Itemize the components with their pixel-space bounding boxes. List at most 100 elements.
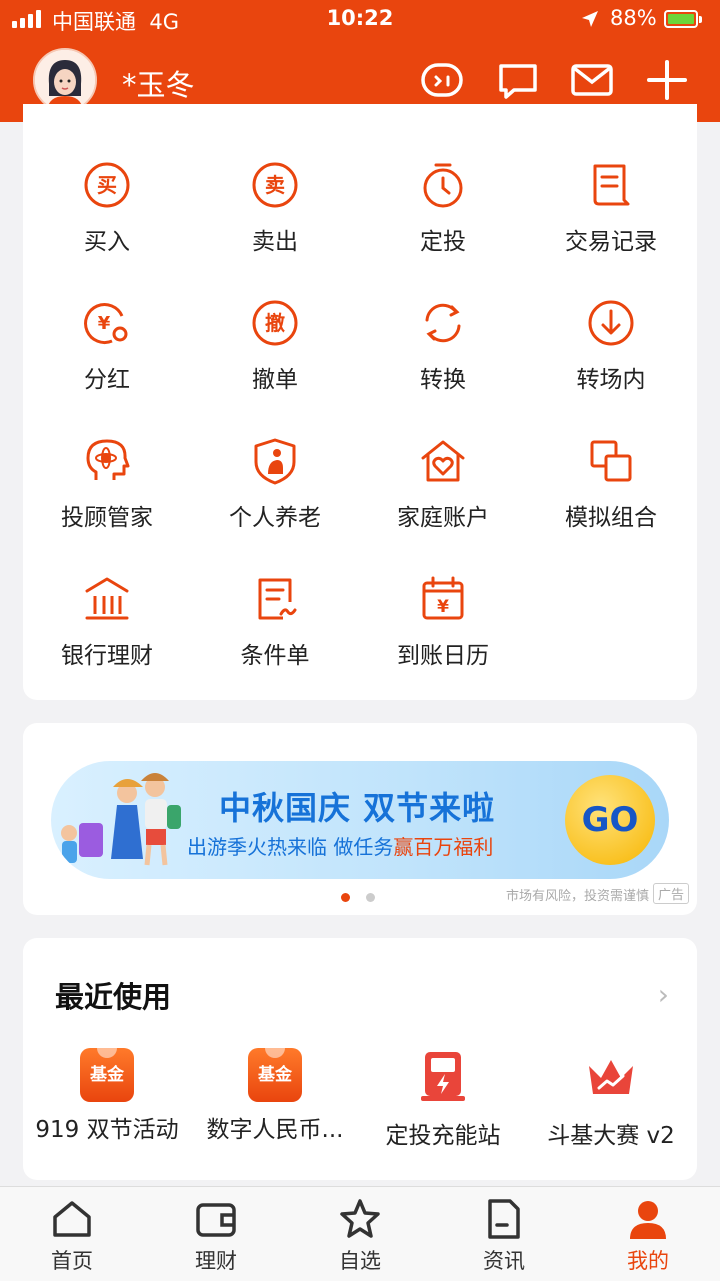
chevron-right-icon[interactable]: › (658, 978, 669, 1011)
crown-icon (589, 1060, 633, 1094)
tile-sell[interactable]: 卖 卖出 (191, 160, 359, 256)
tab-label: 自选 (339, 1249, 381, 1273)
mail-icon[interactable] (570, 58, 614, 102)
convert-icon (425, 303, 461, 343)
recent-item-919-activity[interactable]: 基金 919 双节活动 (23, 1046, 191, 1144)
function-grid-card: 买 买入 卖 卖出 定投 交易记录 ¥ 分红 撤 撤单 转换 转场内 投顾管家 … (23, 104, 697, 700)
tile-label: 家庭账户 (397, 505, 489, 531)
tile-label: 卖出 (252, 229, 298, 255)
tab-watchlist[interactable]: 自选 (288, 1197, 432, 1275)
tile-buy[interactable]: 买 买入 (23, 160, 191, 256)
recent-item-digital-rmb[interactable]: 基金 数字人民币... (191, 1046, 359, 1144)
tile-label: 转换 (420, 367, 466, 393)
recent-used-card: 最近使用 › 基金 919 双节活动 基金 数字人民币... 定投充能站 斗基大… (23, 938, 697, 1180)
banner-title: 中秋国庆 双节来啦 (219, 789, 496, 827)
tile-label: 个人养老 (229, 505, 321, 531)
risk-disclaimer: 市场有风险，投资需谨慎 (505, 889, 649, 904)
portfolio-icon (590, 440, 632, 482)
ad-tag: 广告 (652, 883, 689, 904)
tile-portfolio[interactable]: 模拟组合 (527, 436, 695, 532)
recent-item-label: 定投充能站 (385, 1123, 501, 1149)
news-icon (488, 1199, 520, 1239)
travel-family-illustration (61, 773, 181, 866)
buy-icon: 买 (84, 162, 130, 208)
record-icon (593, 164, 630, 206)
robot-chat-icon[interactable] (420, 58, 464, 102)
banner-subtitle: 出游季火热来临 做任务赢百万福利 (187, 835, 494, 859)
battery-icon (664, 10, 702, 28)
timer-icon (423, 163, 463, 208)
tab-label: 我的 (627, 1249, 669, 1273)
tile-label: 银行理财 (61, 643, 153, 669)
fund-badge-icon: 基金 (248, 1046, 302, 1102)
profile-icon (630, 1201, 666, 1239)
calendar-icon: ¥ (422, 576, 464, 620)
condition-order-icon (258, 578, 297, 620)
family-account-icon (421, 440, 465, 482)
tile-label: 投顾管家 (61, 505, 153, 531)
bank-icon (85, 577, 129, 620)
tab-label: 首页 (51, 1249, 93, 1273)
message-icon[interactable] (496, 58, 540, 102)
tile-fixed-invest[interactable]: 定投 (359, 160, 527, 256)
tile-family-account[interactable]: 家庭账户 (359, 436, 527, 532)
bottom-tab-bar: 首页 理财 自选 资讯 我的 (0, 1186, 720, 1281)
svg-text:撤: 撤 (265, 311, 285, 335)
svg-text:卖: 卖 (265, 173, 285, 197)
tile-label: 交易记录 (565, 229, 657, 255)
recent-item-label: 斗基大赛 v2 (547, 1123, 675, 1149)
tile-label: 转场内 (576, 367, 646, 393)
tile-label: 撤单 (252, 367, 298, 393)
tile-cancel-order[interactable]: 撤 撤单 (191, 298, 359, 394)
svg-text:买: 买 (97, 173, 117, 197)
tile-trade-record[interactable]: 交易记录 (527, 160, 695, 256)
tile-advisor[interactable]: 投顾管家 (23, 436, 191, 532)
fund-badge-icon: 基金 (80, 1046, 134, 1102)
recent-item-label: 数字人民币... (206, 1117, 344, 1143)
tile-label: 分红 (84, 367, 130, 393)
battery-percent: 88% (610, 6, 657, 30)
carousel-dot (366, 893, 375, 902)
tab-news[interactable]: 资讯 (432, 1197, 576, 1275)
tile-arrival-calendar[interactable]: ¥ 到账日历 (359, 574, 527, 670)
dividend-icon: ¥ (84, 303, 128, 345)
go-button[interactable]: GO (565, 775, 655, 865)
tile-label: 定投 (420, 229, 466, 255)
tab-home[interactable]: 首页 (0, 1197, 144, 1275)
tab-label: 理财 (195, 1249, 237, 1273)
avatar[interactable] (33, 48, 97, 112)
tab-mine[interactable]: 我的 (576, 1197, 720, 1275)
sell-icon: 卖 (252, 162, 298, 208)
tile-dividend[interactable]: ¥ 分红 (23, 298, 191, 394)
tile-bank-finance[interactable]: 银行理财 (23, 574, 191, 670)
location-arrow-icon (582, 11, 598, 27)
tile-condition-order[interactable]: 条件单 (191, 574, 359, 670)
tab-finance[interactable]: 理财 (144, 1197, 288, 1275)
svg-text:¥: ¥ (98, 313, 111, 334)
tile-transfer-in[interactable]: 转场内 (527, 298, 695, 394)
star-icon (340, 1199, 380, 1238)
tile-label: 到账日历 (397, 643, 489, 669)
recent-item-fund-contest[interactable]: 斗基大赛 v2 (527, 1048, 695, 1150)
pension-icon (254, 438, 296, 485)
tile-label: 买入 (84, 229, 130, 255)
section-title: 最近使用 (55, 980, 172, 1014)
tile-label: 条件单 (240, 643, 310, 669)
cancel-order-icon: 撤 (252, 300, 298, 346)
transfer-in-icon (588, 300, 634, 346)
tile-pension[interactable]: 个人养老 (191, 436, 359, 532)
carousel-dot-active (341, 893, 350, 902)
recent-item-charging-station[interactable]: 定投充能站 (359, 1048, 527, 1150)
charging-station-icon (421, 1052, 465, 1101)
wallet-icon (196, 1203, 236, 1237)
plus-icon[interactable] (645, 58, 689, 102)
tile-label: 模拟组合 (565, 505, 657, 531)
carousel-indicator (341, 893, 375, 902)
home-icon (53, 1201, 91, 1237)
svg-text:¥: ¥ (437, 597, 449, 617)
promo-banner[interactable]: 中秋国庆 双节来啦 出游季火热来临 做任务赢百万福利 GO (51, 761, 669, 879)
tile-convert[interactable]: 转换 (359, 298, 527, 394)
advisor-icon (86, 439, 130, 480)
username: *玉冬 (122, 68, 195, 102)
recent-item-label: 919 双节活动 (35, 1117, 179, 1143)
